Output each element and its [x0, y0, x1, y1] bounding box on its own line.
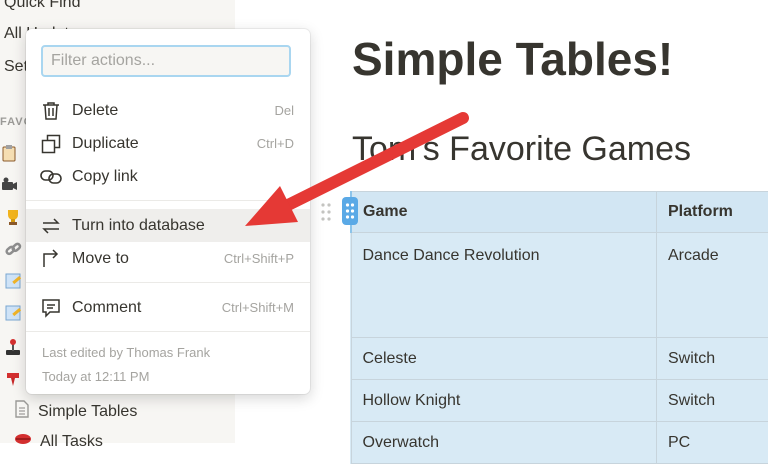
annotation-arrow-icon [0, 0, 768, 443]
